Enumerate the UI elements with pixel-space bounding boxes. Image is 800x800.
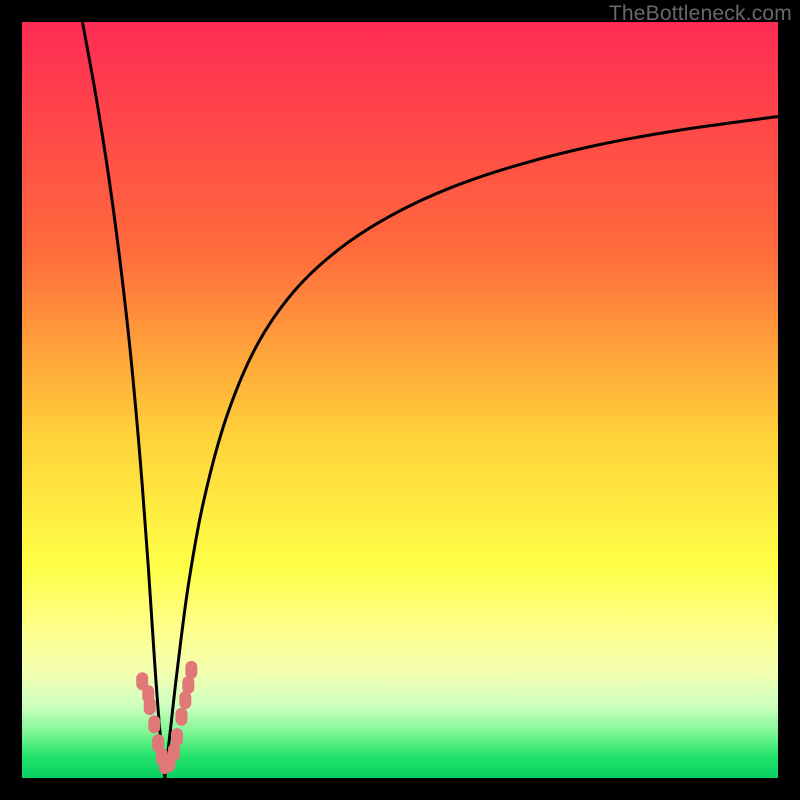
plot-frame: [22, 22, 778, 778]
watermark-text: TheBottleneck.com: [609, 2, 792, 26]
data-marker: [185, 661, 197, 679]
data-marker: [171, 728, 183, 746]
data-marker: [148, 715, 160, 733]
data-marker: [144, 697, 156, 715]
data-marker: [176, 708, 188, 726]
bottleneck-chart: [22, 22, 778, 778]
